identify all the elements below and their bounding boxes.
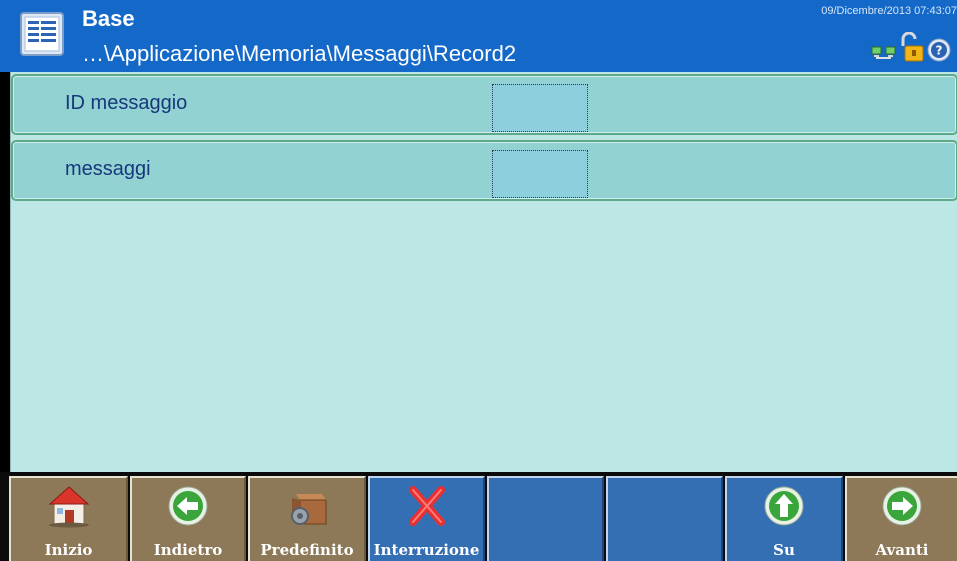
red-x-icon [408, 486, 445, 526]
softkey-toolbar: Inizio Indietro Predefinito Interruzione [0, 472, 957, 561]
arrow-right-icon [882, 486, 922, 526]
empty-softkey-1[interactable] [487, 476, 604, 561]
home-icon [48, 486, 89, 528]
id-messaggio-value-field[interactable] [492, 84, 588, 132]
page-title: Base [82, 6, 135, 31]
field-row-messaggi[interactable]: messaggi [11, 140, 957, 201]
help-icon[interactable]: ? [927, 38, 951, 62]
key-label: Indietro [153, 541, 223, 559]
field-row-id-messaggio[interactable]: ID messaggio [11, 74, 957, 135]
box-gear-icon [291, 494, 327, 525]
network-icon [871, 46, 896, 59]
su-button[interactable]: Su [725, 476, 843, 561]
inizio-button[interactable]: Inizio [9, 476, 128, 561]
arrow-up-icon [764, 486, 804, 526]
svg-text:?: ? [936, 44, 943, 58]
field-label: ID messaggio [65, 92, 188, 114]
key-label: Avanti [875, 541, 929, 559]
record-list: ID messaggio messaggi [10, 72, 957, 472]
header-bar: Base …\Applicazione\Memoria\Messaggi\Rec… [0, 0, 957, 72]
datetime-display: 09/Dicembre/2013 07:43:07 [821, 5, 957, 17]
empty-softkey-2[interactable] [606, 476, 723, 561]
arrow-left-icon [168, 486, 208, 526]
predefinito-button[interactable]: Predefinito [248, 476, 366, 561]
status-icons: ? [871, 30, 951, 62]
document-list-icon [20, 12, 64, 56]
breadcrumb-path: …\Applicazione\Memoria\Messaggi\Record2 [82, 41, 517, 66]
interruzione-button[interactable]: Interruzione [368, 476, 485, 561]
field-label: messaggi [65, 158, 151, 180]
key-label: Interruzione [373, 541, 480, 559]
key-label: Su [773, 541, 795, 559]
messaggi-value-field[interactable] [492, 150, 588, 198]
key-label: Predefinito [260, 541, 354, 559]
key-label: Inizio [44, 541, 93, 559]
unlock-icon[interactable] [899, 32, 925, 62]
avanti-button[interactable]: Avanti [845, 476, 957, 561]
indietro-button[interactable]: Indietro [130, 476, 246, 561]
